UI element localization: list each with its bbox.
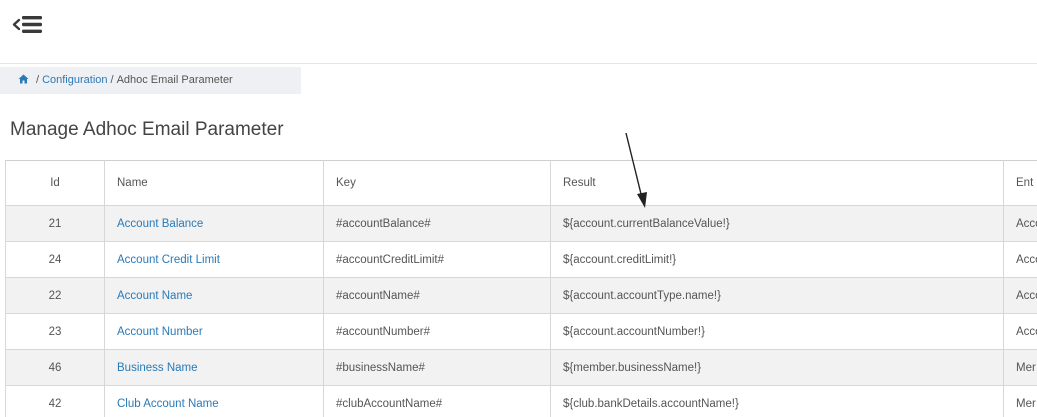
cell-result: ${account.accountNumber!} xyxy=(550,313,1004,350)
cell-name-link[interactable]: Business Name xyxy=(104,349,324,386)
cell-result: ${member.businessName!} xyxy=(550,349,1004,386)
cell-key: #accountCreditLimit# xyxy=(323,241,551,278)
cell-entity: Acco xyxy=(1003,241,1037,278)
page-title: Manage Adhoc Email Parameter xyxy=(10,119,284,140)
breadcrumb-link-configuration[interactable]: Configuration xyxy=(42,74,107,86)
cell-id: 22 xyxy=(5,277,105,314)
cell-id: 46 xyxy=(5,349,105,386)
table-header-row: Id Name Key Result Ent xyxy=(5,160,1037,206)
table-row[interactable]: 46 Business Name #businessName# ${member… xyxy=(5,349,1037,386)
column-header-id[interactable]: Id xyxy=(5,160,105,206)
cell-key: #accountNumber# xyxy=(323,313,551,350)
table-row[interactable]: 23 Account Number #accountNumber# ${acco… xyxy=(5,313,1037,350)
breadcrumb-current: Adhoc Email Parameter xyxy=(116,74,233,86)
parameter-table-container: Id Name Key Result Ent 21 Account Balanc… xyxy=(5,160,1037,417)
cell-id: 24 xyxy=(5,241,105,278)
top-header xyxy=(0,0,1037,64)
menu-collapse-icon[interactable] xyxy=(12,13,46,37)
cell-entity: Acco xyxy=(1003,313,1037,350)
column-header-name[interactable]: Name xyxy=(104,160,324,206)
cell-name-link[interactable]: Account Balance xyxy=(104,205,324,242)
cell-result: ${club.bankDetails.accountName!} xyxy=(550,385,1004,417)
cell-result: ${account.currentBalanceValue!} xyxy=(550,205,1004,242)
cell-id: 42 xyxy=(5,385,105,417)
breadcrumb: / Configuration / Adhoc Email Parameter xyxy=(0,67,301,94)
table-row[interactable]: 24 Account Credit Limit #accountCreditLi… xyxy=(5,241,1037,278)
cell-id: 23 xyxy=(5,313,105,350)
cell-result: ${account.creditLimit!} xyxy=(550,241,1004,278)
parameter-table: Id Name Key Result Ent 21 Account Balanc… xyxy=(5,160,1037,417)
table-row[interactable]: 42 Club Account Name #clubAccountName# $… xyxy=(5,385,1037,417)
breadcrumb-separator: / xyxy=(110,74,114,86)
cell-name-link[interactable]: Account Number xyxy=(104,313,324,350)
cell-key: #clubAccountName# xyxy=(323,385,551,417)
cell-name-link[interactable]: Club Account Name xyxy=(104,385,324,417)
cell-name-link[interactable]: Account Credit Limit xyxy=(104,241,324,278)
cell-entity: Mer xyxy=(1003,349,1037,386)
cell-key: #accountName# xyxy=(323,277,551,314)
cell-name-link[interactable]: Account Name xyxy=(104,277,324,314)
cell-entity: Acco xyxy=(1003,277,1037,314)
cell-key: #accountBalance# xyxy=(323,205,551,242)
page: / Configuration / Adhoc Email Parameter Man… xyxy=(0,0,1037,417)
column-header-result[interactable]: Result xyxy=(550,160,1004,206)
cell-key: #businessName# xyxy=(323,349,551,386)
cell-entity: Acco xyxy=(1003,205,1037,242)
cell-entity: Mer xyxy=(1003,385,1037,417)
table-row[interactable]: 21 Account Balance #accountBalance# ${ac… xyxy=(5,205,1037,242)
breadcrumb-separator: / xyxy=(36,74,40,86)
cell-id: 21 xyxy=(5,205,105,242)
cell-result: ${account.accountType.name!} xyxy=(550,277,1004,314)
column-header-entity[interactable]: Ent xyxy=(1003,160,1037,206)
column-header-key[interactable]: Key xyxy=(323,160,551,206)
home-icon[interactable] xyxy=(18,68,29,84)
table-row[interactable]: 22 Account Name #accountName# ${account.… xyxy=(5,277,1037,314)
